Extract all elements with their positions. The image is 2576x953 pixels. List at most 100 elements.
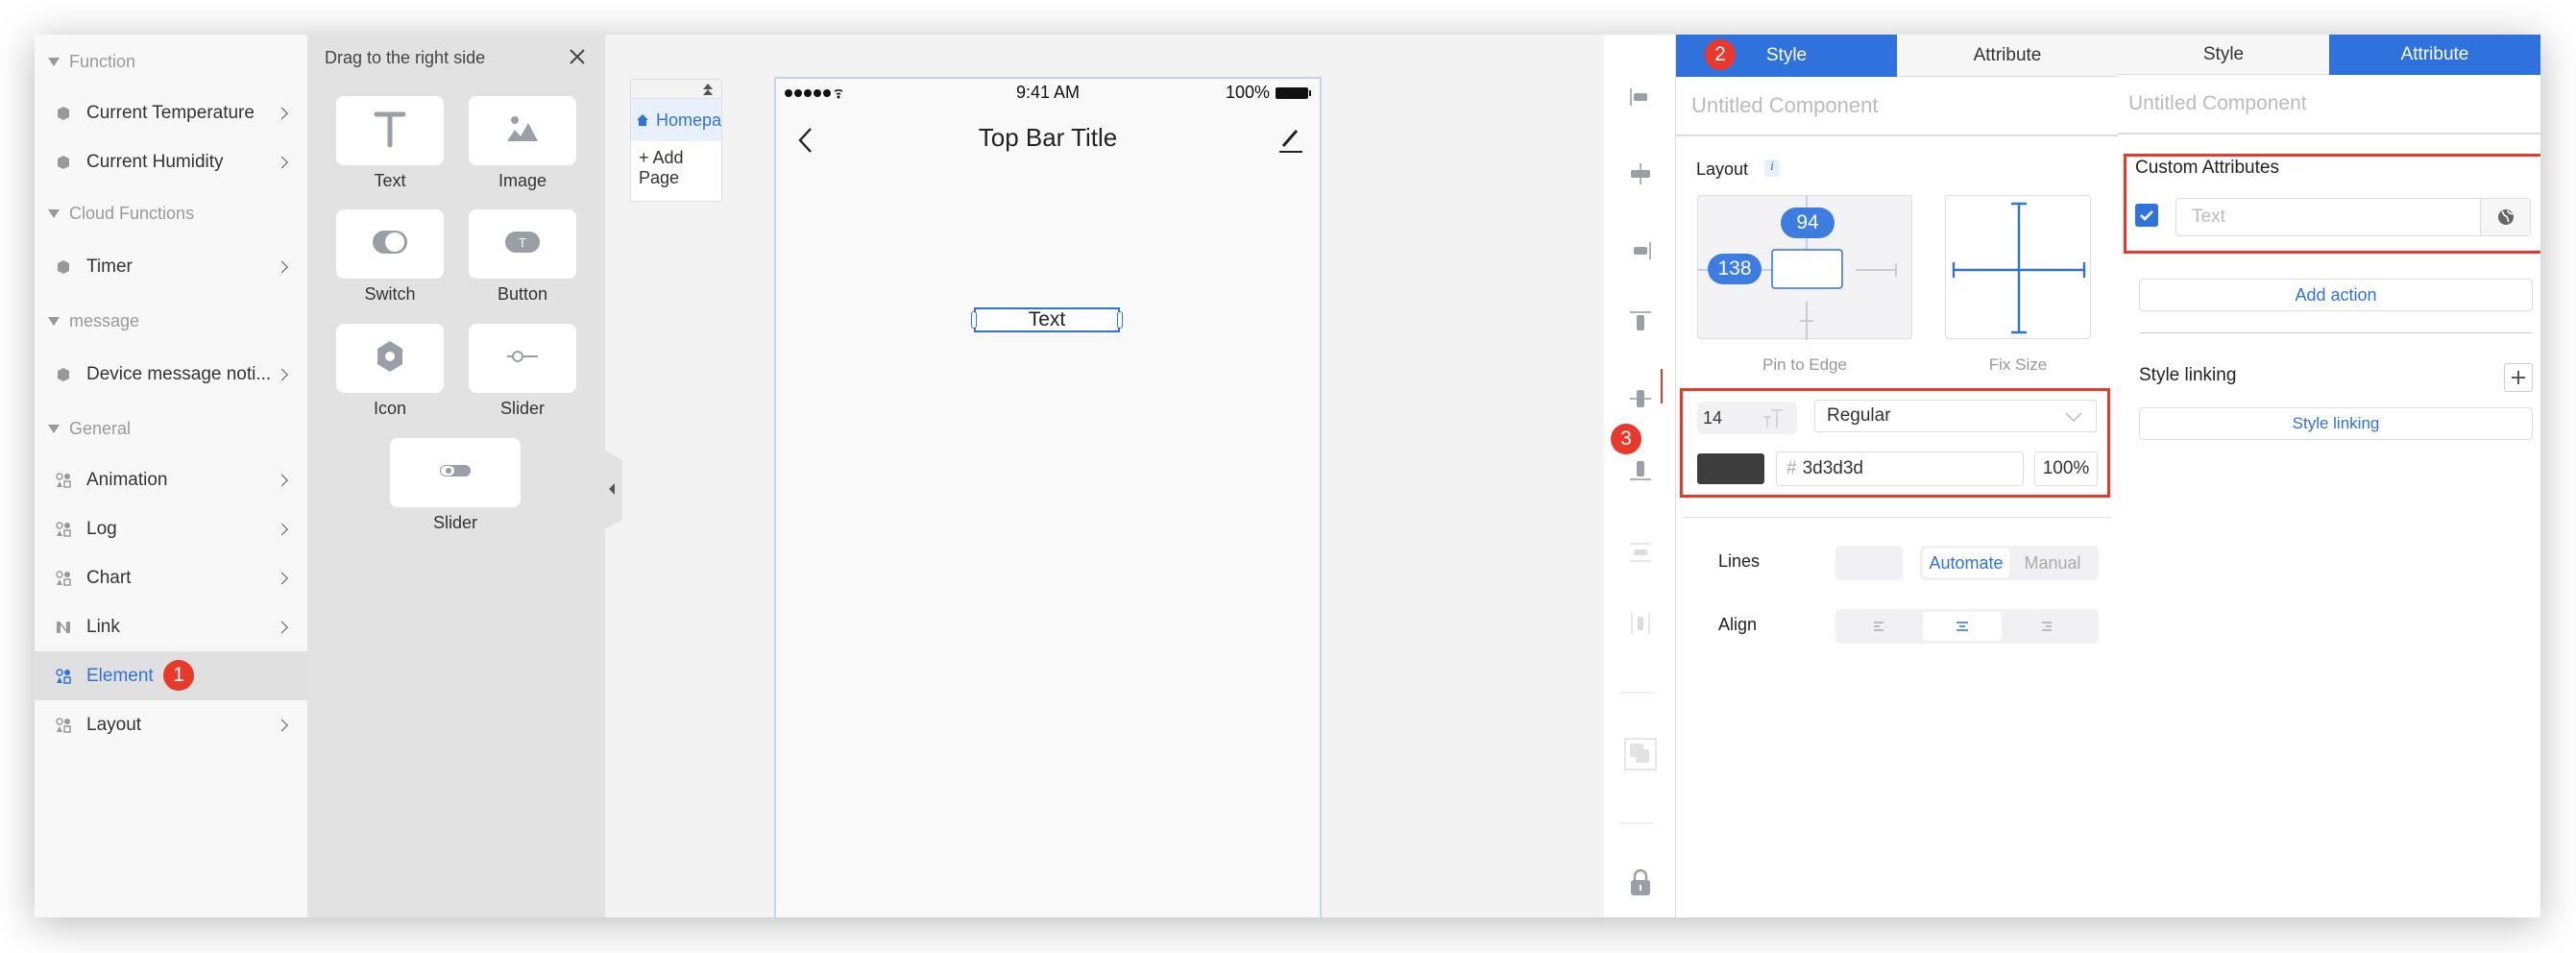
pin-to-edge-label: Pin to Edge (1762, 355, 1847, 374)
add-page-button[interactable]: + Add Page (631, 141, 721, 195)
fix-size-widget[interactable] (1945, 195, 2091, 339)
top-bar-title: Top Bar Title (978, 123, 1118, 152)
lock-icon[interactable] (1628, 868, 1653, 895)
lines-count-input[interactable] (1835, 546, 1903, 580)
style-linking-label: Style linking (2139, 365, 2237, 385)
sidebar-item-log[interactable]: Log (35, 504, 307, 553)
align-top-icon[interactable] (1628, 309, 1653, 334)
pin-top-value[interactable]: 94 (1781, 208, 1835, 238)
color-hex-input[interactable]: #3d3d3d (1776, 452, 2024, 486)
chevron-right-icon (276, 523, 288, 535)
resize-handle-left[interactable] (971, 311, 977, 329)
palette-tile-slider[interactable] (469, 324, 576, 393)
align-left-icon[interactable] (1628, 85, 1653, 110)
text-align-toggle (1835, 609, 2099, 644)
palette-tile-icon[interactable] (336, 324, 444, 393)
align-right-icon[interactable] (1628, 238, 1653, 263)
sidebar-item-current-humidity[interactable]: Current Humidity (35, 137, 307, 186)
palette-label: Image (498, 171, 547, 190)
slider-icon (506, 349, 539, 369)
switch-icon (372, 230, 408, 259)
opacity-input[interactable]: 100% (2034, 452, 2098, 486)
palette-label: Slider (499, 399, 546, 418)
distribute-horizontal-icon[interactable] (1628, 611, 1653, 636)
align-bottom-icon[interactable] (1628, 457, 1653, 482)
section-cloud-functions[interactable]: Cloud Functions (35, 186, 307, 240)
font-size-input[interactable]: 14 (1697, 402, 1797, 434)
custom-attribute-checkbox[interactable] (2135, 204, 2158, 227)
lines-option-automate[interactable]: Automate (1923, 549, 2009, 577)
step-badge-3: 3 (1611, 424, 1641, 454)
palette-tile-text[interactable] (336, 96, 444, 165)
battery-icon (1276, 85, 1312, 105)
chevron-right-icon (276, 260, 288, 274)
text-align-left-icon[interactable] (1835, 612, 1923, 641)
align-center-horizontal-icon[interactable] (1628, 161, 1653, 186)
caret-down-icon (48, 57, 60, 66)
pin-left-value[interactable]: 138 (1708, 254, 1762, 284)
tab-style[interactable]: Style (2118, 35, 2329, 75)
chevron-right-icon (276, 107, 288, 119)
sidebar-item-layout[interactable]: Layout (35, 700, 307, 749)
sidebar-item-chart[interactable]: Chart (35, 553, 307, 602)
checkmark-icon (2140, 210, 2153, 221)
shapes-icon (56, 717, 71, 733)
sidebar-item-link[interactable]: Link (35, 602, 307, 651)
shapes-icon (56, 521, 71, 537)
sidebar-item-current-temperature[interactable]: Current Temperature (35, 88, 307, 137)
page-list: Homepage + Add Page (630, 79, 722, 202)
palette-label: Slider (432, 513, 478, 532)
tab-attribute[interactable]: Attribute (2329, 35, 2540, 75)
text-align-right-icon[interactable] (2002, 612, 2089, 641)
sidebar-item-animation[interactable]: Animation (35, 455, 307, 504)
edit-icon[interactable] (1277, 127, 1304, 159)
palette-tile-image[interactable] (469, 96, 576, 165)
sidebar-item-element[interactable]: Element 1 (35, 651, 307, 700)
tab-attribute[interactable]: Attribute (1897, 35, 2118, 77)
font-weight-select[interactable]: Regular (1814, 400, 2097, 432)
sidebar-item-device-message[interactable]: Device message noti... (35, 348, 307, 402)
battery-percent: 100% (1225, 83, 1270, 102)
lines-option-manual[interactable]: Manual (2009, 549, 2096, 577)
text-icon (374, 110, 406, 153)
palette-tile-toggle-slider[interactable] (390, 438, 521, 507)
chevron-right-icon (276, 621, 288, 633)
sidebar-item-timer[interactable]: Timer (35, 240, 307, 294)
component-name-input[interactable]: Untitled Component (2118, 75, 2540, 134)
section-message[interactable]: message (35, 294, 307, 348)
collapse-up-icon[interactable] (702, 83, 714, 101)
align-middle-icon[interactable] (1628, 386, 1653, 411)
color-swatch[interactable] (1697, 453, 1764, 484)
custom-attribute-input[interactable]: Text (2175, 198, 2531, 236)
shapes-icon (56, 472, 71, 488)
selected-text-element[interactable]: Text (971, 307, 1123, 332)
style-linking-button[interactable]: Style linking (2139, 407, 2533, 440)
style-panel: Style Attribute 2 Untitled Component Lay… (1676, 35, 2118, 917)
component-name-input[interactable]: Untitled Component (1676, 77, 2118, 136)
caret-left-icon (609, 483, 615, 495)
add-action-button[interactable]: Add action (2139, 279, 2533, 311)
palette-tile-switch[interactable] (336, 209, 444, 279)
collapse-palette-handle[interactable] (605, 451, 622, 529)
distribute-vertical-icon[interactable] (1628, 540, 1653, 565)
section-function[interactable]: Function (35, 35, 307, 88)
pin-to-edge-widget[interactable]: 94 138 (1697, 195, 1912, 340)
button-icon: T (504, 231, 541, 258)
fix-size-label: Fix Size (1988, 355, 2048, 374)
resize-handle-right[interactable] (1117, 311, 1123, 329)
add-style-linking-button[interactable] (2504, 363, 2533, 392)
phone-preview[interactable]: 9:41 AM 100% Top Bar Title Text (774, 77, 1322, 917)
page-item-homepage[interactable]: Homepage (631, 99, 721, 141)
section-general[interactable]: General (35, 402, 307, 455)
text-align-center-icon[interactable] (1923, 612, 2002, 641)
page-list-header (631, 80, 721, 99)
palette-label: Text (374, 171, 406, 190)
close-icon[interactable] (567, 46, 588, 67)
chevron-right-icon (276, 368, 288, 381)
palette-tile-button[interactable]: T (469, 209, 576, 279)
group-layers-icon[interactable] (1624, 738, 1657, 770)
globe-icon[interactable] (2480, 199, 2530, 235)
caret-down-icon (48, 208, 60, 218)
palette-label: Switch (364, 284, 416, 304)
info-icon[interactable]: i (1764, 159, 1780, 177)
